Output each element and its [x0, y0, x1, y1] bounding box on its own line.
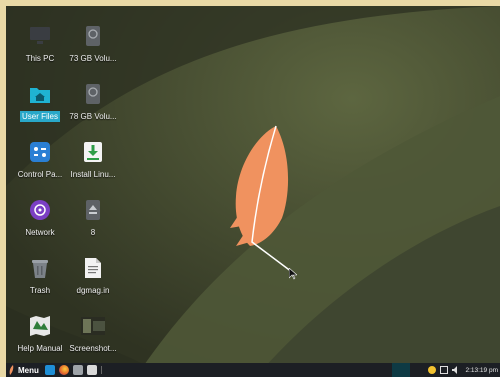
text-file-icon [81, 256, 105, 280]
network-status-icon[interactable] [440, 366, 449, 374]
desktop-icon-dgmag[interactable]: dgmag.in [64, 250, 122, 306]
clock[interactable]: 2:13:19 pm [465, 367, 498, 374]
volume-icon[interactable] [452, 366, 460, 374]
desktop-icon-screenshot[interactable]: Screenshot... [64, 308, 122, 364]
desktop-icon-network[interactable]: Network [11, 192, 69, 248]
desktop-icon-label: Network [25, 228, 55, 237]
active-task-button[interactable] [391, 363, 410, 377]
desktop[interactable]: This PC User Files Control Pa... Network… [6, 6, 500, 377]
desktop-icon-trash[interactable]: Trash [11, 250, 69, 306]
drive-icon [81, 24, 105, 48]
desktop-icon-install-linux[interactable]: Install Linu... [64, 134, 122, 190]
drive-icon [81, 82, 105, 106]
install-icon [81, 140, 105, 164]
desktop-icon-label: Install Linu... [70, 170, 116, 179]
desktop-icon-this-pc[interactable]: This PC [11, 18, 69, 74]
trash-icon [28, 256, 52, 280]
system-tray: 2:13:19 pm [426, 366, 500, 374]
desktop-icon-label: Trash [29, 286, 51, 295]
desktop-icon-label: User Files [19, 111, 60, 122]
taskbar: Menu 2:13:19 pm [6, 363, 500, 377]
desktop-icon-help-manual[interactable]: Help Manual [11, 308, 69, 364]
firefox-icon[interactable] [58, 365, 69, 375]
image-thumbnail-icon [81, 314, 105, 338]
taskbar-separator [100, 366, 102, 374]
update-manager-icon[interactable] [428, 366, 437, 374]
desktop-icon-label: 73 GB Volu... [69, 54, 117, 63]
file-manager-icon[interactable] [72, 365, 83, 375]
desktop-icon-label: 8 [90, 228, 96, 237]
desktop-icon-user-files[interactable]: User Files [11, 76, 69, 132]
desktop-icon-label: Control Pa... [17, 170, 63, 179]
desktop-icon-label: This PC [25, 54, 55, 63]
map-book-icon [28, 314, 52, 338]
monitor-icon [28, 24, 52, 48]
desktop-icon-78gb-volume[interactable]: 78 GB Volu... [64, 76, 122, 132]
terminal-icon[interactable] [86, 365, 97, 375]
feather-menu-icon [9, 365, 14, 375]
desktop-icon-control-panel[interactable]: Control Pa... [11, 134, 69, 190]
network-icon [28, 198, 52, 222]
desktop-icon-label: Screenshot... [69, 344, 117, 353]
show-desktop-icon[interactable] [44, 365, 55, 375]
mouse-pointer-icon [289, 268, 297, 280]
desktop-icon-8[interactable]: 8 [64, 192, 122, 248]
home-folder-icon [28, 82, 52, 106]
desktop-icon-73gb-volume[interactable]: 73 GB Volu... [64, 18, 122, 74]
desktop-icon-label: 78 GB Volu... [69, 112, 117, 121]
menu-button[interactable]: Menu [6, 363, 43, 377]
control-panel-icon [28, 140, 52, 164]
menu-label: Menu [18, 365, 39, 375]
desktop-icon-label: dgmag.in [76, 286, 110, 295]
eject-drive-icon [81, 198, 105, 222]
desktop-icon-label: Help Manual [17, 344, 63, 353]
